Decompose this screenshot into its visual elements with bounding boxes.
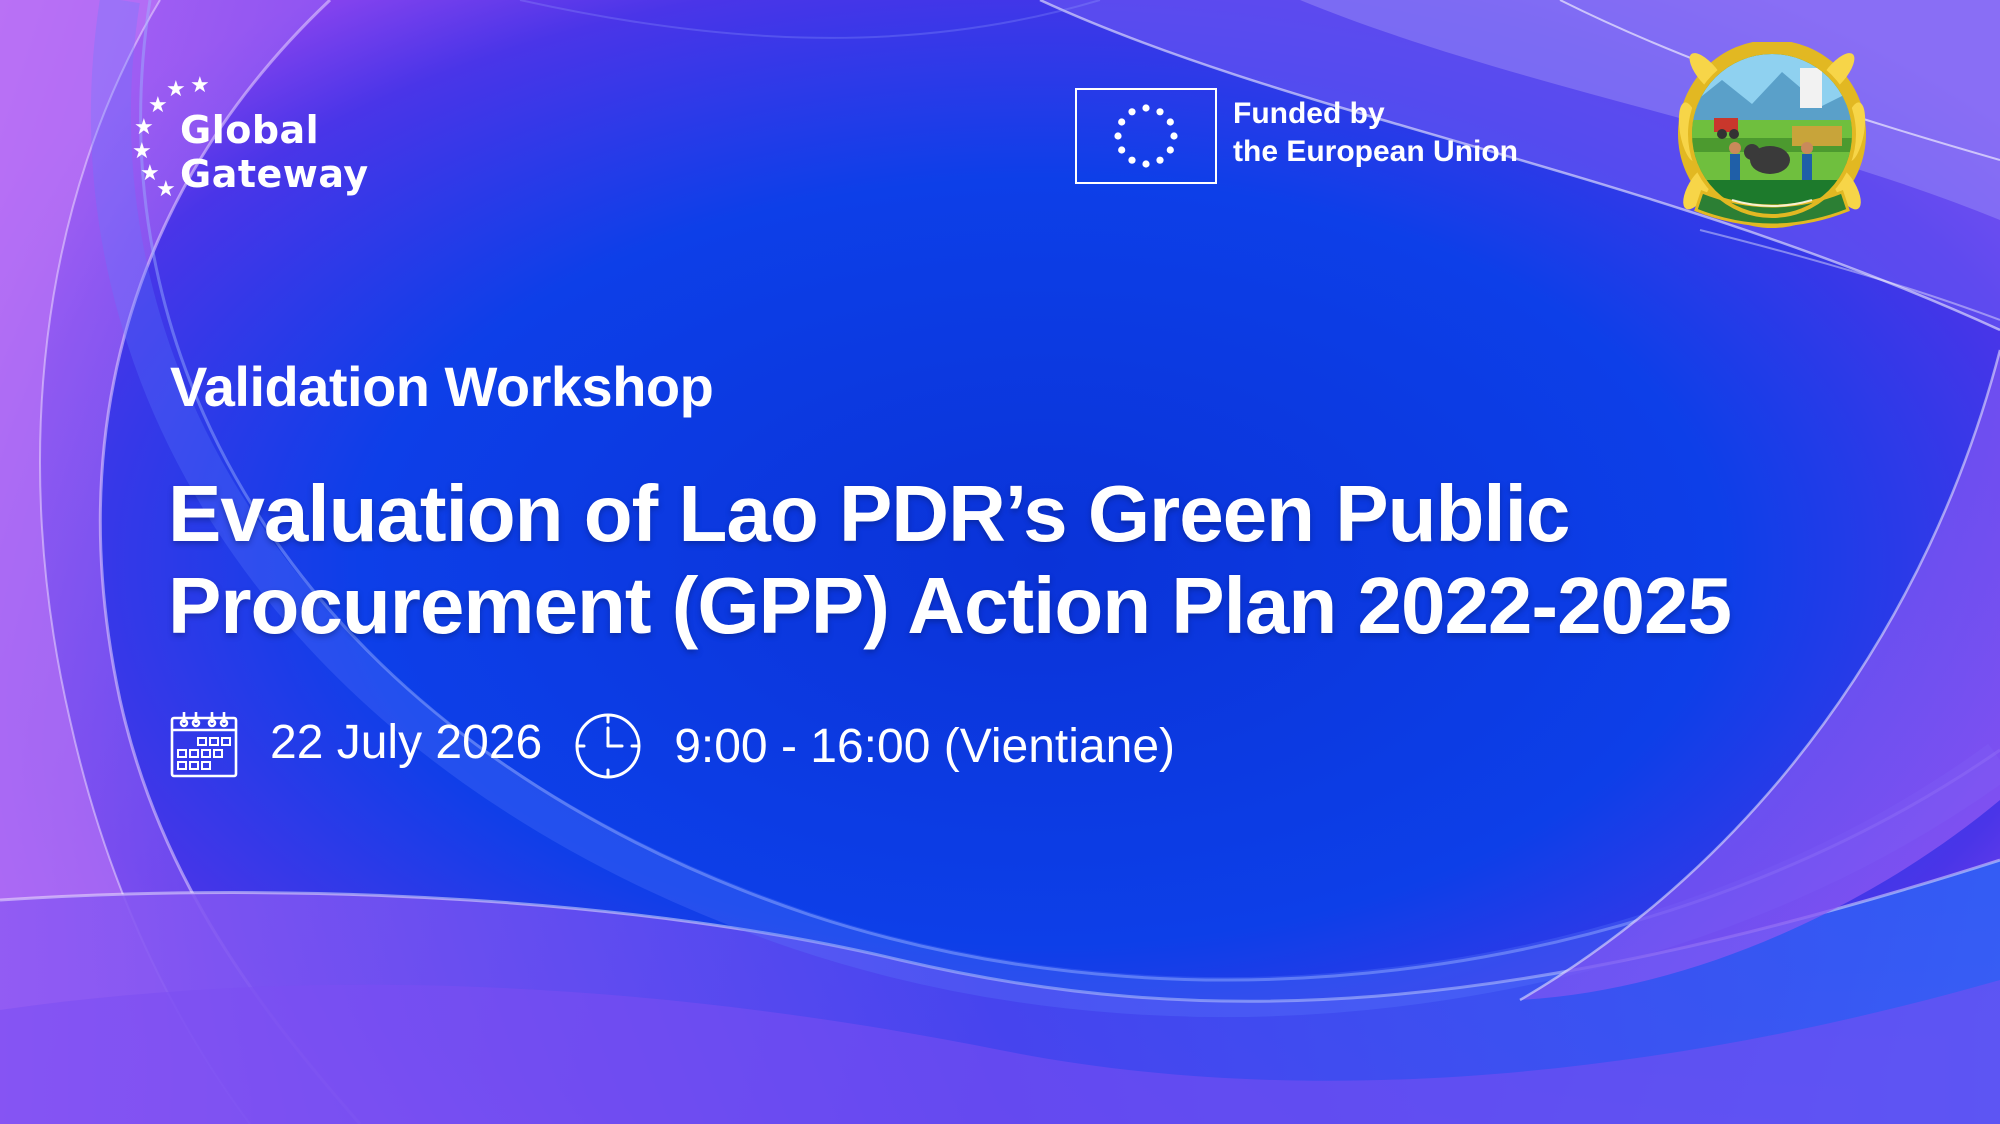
svg-text:★: ★ bbox=[190, 73, 208, 98]
event-title: Evaluation of Lao PDR’s Green Public Pro… bbox=[168, 468, 1968, 652]
event-date: 22 July 2026 bbox=[270, 715, 543, 769]
event-title-line2: Procurement (GPP) Action Plan 2022-2025 bbox=[168, 561, 1732, 650]
svg-text:★: ★ bbox=[134, 115, 154, 140]
global-gateway-logo: ★ ★ ★ ★ ★ ★ ★ ★ ★ Global Gateway bbox=[128, 72, 378, 212]
event-time: 9:00 - 16:00 (Vientiane) bbox=[674, 719, 1175, 773]
ministry-seal-icon bbox=[1678, 42, 1866, 228]
global-gateway-line1: Global bbox=[180, 108, 320, 152]
svg-text:★: ★ bbox=[166, 77, 186, 102]
eu-funding-logo: Funded by the European Union bbox=[1075, 86, 1518, 186]
event-subtitle: Validation Workshop bbox=[170, 355, 714, 418]
svg-text:★: ★ bbox=[156, 177, 176, 202]
clock-icon bbox=[575, 713, 641, 779]
eu-funded-line2: the European Union bbox=[1233, 135, 1518, 168]
event-banner: ★ ★ ★ ★ ★ ★ ★ ★ ★ Global Gateway bbox=[0, 0, 2000, 1124]
eu-funded-line1: Funded by bbox=[1233, 97, 1385, 130]
global-gateway-line2: Gateway bbox=[180, 152, 369, 196]
event-title-line1: Evaluation of Lao PDR’s Green Public bbox=[168, 469, 1570, 558]
calendar-icon bbox=[170, 712, 238, 778]
event-schedule: 22 July 2026 9:00 - 16:00 (Vientiane) bbox=[168, 706, 1175, 782]
eu-flag-icon bbox=[1075, 88, 1217, 184]
